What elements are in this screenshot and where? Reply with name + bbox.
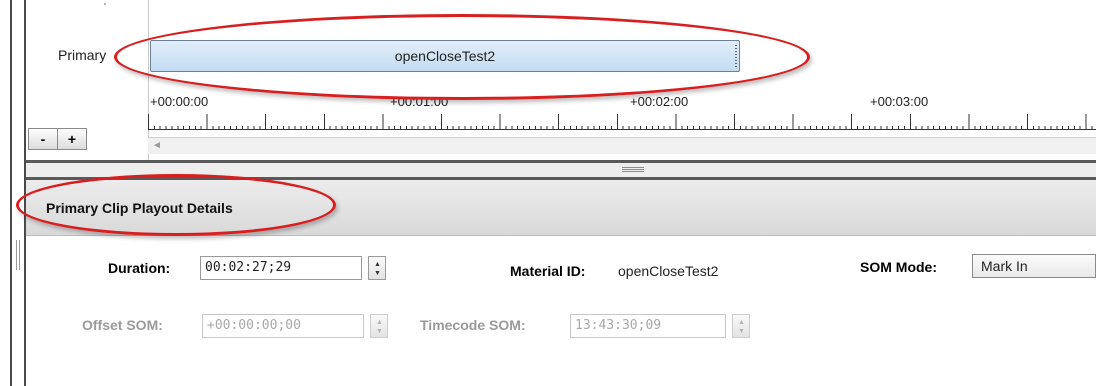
timecode-som-stepper[interactable]: ▲ ▼ <box>732 314 750 338</box>
timeline-clip[interactable]: openCloseTest2 <box>150 40 740 72</box>
offset-som-label: Offset SOM: <box>82 317 163 333</box>
panel-title: Primary Clip Playout Details <box>46 200 233 216</box>
offset-som-stepper[interactable]: ▲ ▼ <box>370 314 388 338</box>
arrow-down-icon[interactable]: ▼ <box>376 328 383 335</box>
duration-field[interactable]: 00:02:27;29 <box>200 256 362 280</box>
clip-name: openCloseTest2 <box>394 48 496 64</box>
timecode-som-field[interactable]: 13:43:30;09 <box>570 314 726 338</box>
zoom-controls: - + <box>28 128 87 150</box>
timecode-som-label: Timecode SOM: <box>420 317 526 333</box>
splitter-grip-icon[interactable] <box>622 167 644 173</box>
ruler-label: +00:01:00 <box>390 94 449 109</box>
timeline-area: ' Primary openCloseTest2 +00:00:00 +00:0… <box>26 0 1096 162</box>
ruler-label: +00:00:00 <box>150 94 209 109</box>
clip-resize-handle[interactable] <box>735 45 737 67</box>
som-mode-label: SOM Mode: <box>860 259 937 275</box>
zoom-out-button[interactable]: - <box>28 128 58 150</box>
track-marker: ' <box>104 2 106 13</box>
timecode-ruler[interactable]: +00:00:00 +00:01:00 +00:02:00 +00:03:00 <box>148 94 1096 134</box>
ruler-baseline <box>148 129 1096 130</box>
arrow-up-icon[interactable]: ▲ <box>738 319 745 326</box>
pane-splitter[interactable] <box>26 160 1096 180</box>
arrow-down-icon[interactable]: ▼ <box>738 328 745 335</box>
material-id-label: Material ID: <box>510 263 586 279</box>
arrow-up-icon[interactable]: ▲ <box>376 319 383 326</box>
timeline-horizontal-scrollbar[interactable]: ◄ <box>148 137 1096 154</box>
details-panel-body: Duration: 00:02:27;29 ▲ ▼ Material ID: o… <box>26 236 1096 386</box>
som-mode-select[interactable]: Mark In <box>972 254 1096 278</box>
ruler-label: +00:03:00 <box>870 94 929 109</box>
track-label-primary: Primary <box>58 47 107 63</box>
zoom-in-button[interactable]: + <box>57 128 87 150</box>
side-resize-grip[interactable] <box>16 240 22 270</box>
material-id-value: openCloseTest2 <box>618 263 719 279</box>
duration-stepper[interactable]: ▲ ▼ <box>368 256 386 280</box>
track-header-divider <box>148 0 149 160</box>
duration-label: Duration: <box>108 260 171 276</box>
offset-som-field[interactable]: +00:00:00;00 <box>202 314 364 338</box>
ruler-label: +00:02:00 <box>630 94 689 109</box>
arrow-down-icon[interactable]: ▼ <box>374 270 381 277</box>
arrow-up-icon[interactable]: ▲ <box>374 261 381 268</box>
arrow-left-icon[interactable]: ◄ <box>152 140 162 151</box>
window-left-border <box>10 0 12 386</box>
details-panel-header: Primary Clip Playout Details <box>26 180 1096 236</box>
